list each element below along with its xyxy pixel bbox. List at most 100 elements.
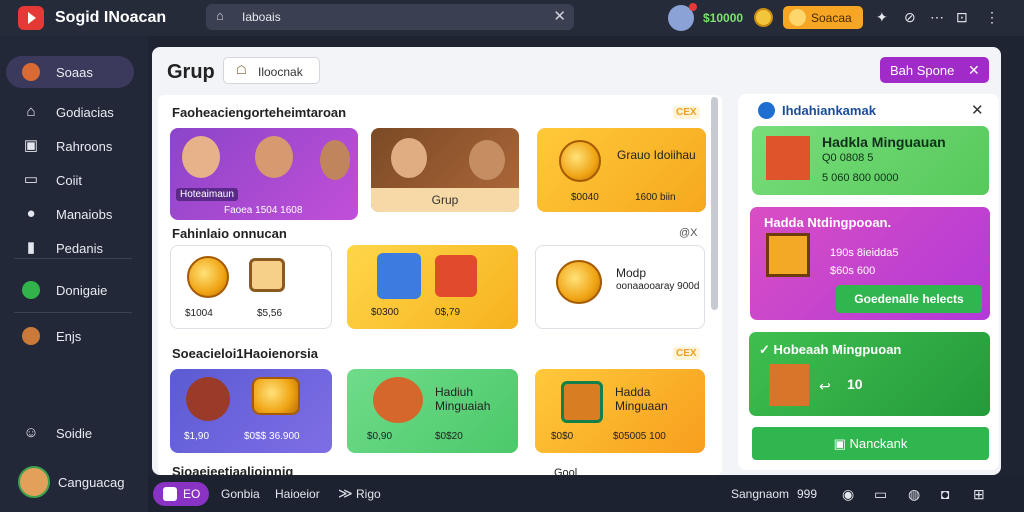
scrollbar[interactable] <box>711 97 718 310</box>
app-title: Sogid INoacan <box>55 9 167 26</box>
link-icon[interactable]: ⊘ <box>904 9 916 26</box>
reward-line: 190s 8ieidda5 <box>830 247 899 259</box>
bottom-bar: EO Gonbia Haioeior ≫ Rigo Sangnaom 999 ◉… <box>148 476 1024 512</box>
chest-icon <box>766 233 810 277</box>
character-icon <box>255 136 293 178</box>
sidebar-item-label: Soidie <box>56 426 93 441</box>
filter-input[interactable]: ☖ Iloocnak <box>223 57 320 84</box>
user-icon: ☺ <box>23 424 39 441</box>
section-tag: CEX <box>673 347 700 360</box>
gift-box-icon <box>561 381 603 423</box>
card-subtitle: oonaaooaray 900d <box>616 281 700 292</box>
profile-badge-button[interactable]: Soacaa <box>783 6 863 29</box>
character-icon <box>320 140 350 180</box>
section-control[interactable]: @X <box>679 227 698 239</box>
sidebar-item-label: Enjs <box>56 329 82 344</box>
bottom-item[interactable]: Gonbia <box>221 487 260 501</box>
edit-icon: ▣ <box>833 436 846 451</box>
sidebar-item-0[interactable]: Soaas <box>6 56 134 88</box>
reward-subtitle: Q0 0808 5 <box>822 152 874 164</box>
search-bar[interactable]: ⌂ Iaboais ✕ <box>206 4 574 30</box>
home-icon: ⌂ <box>216 8 224 23</box>
chat-icon[interactable]: ◘ <box>941 486 949 502</box>
chevron-right-icon: ≫ <box>338 485 353 501</box>
user-name: Canguacag <box>58 475 125 490</box>
grid-icon[interactable]: ⊞ <box>973 486 985 503</box>
coin-icon[interactable] <box>754 8 773 27</box>
reward-card[interactable]: Hadkla Minguauan Q0 0808 5 5 060 800 000… <box>752 126 989 195</box>
notification-avatar-icon[interactable] <box>668 3 697 31</box>
game-card[interactable]: Hoteaimaun Faoea 1504 1608 <box>170 128 358 220</box>
sidebar-item-3[interactable]: ▭ Coiit <box>6 164 134 196</box>
sidebar-item-1[interactable]: ⌂ Godiacias <box>6 96 134 128</box>
sidebar-item-8[interactable]: ☺ Soidie <box>6 417 134 449</box>
box-icon <box>435 255 477 297</box>
reward-card[interactable]: Hadda Ntdingpooan. 190s 8ieidda5 $60s 60… <box>750 207 990 320</box>
info-icon <box>758 102 775 119</box>
reward-title: ✓ Hobeaah Mingpuoan <box>759 342 901 358</box>
house-icon: ⌂ <box>26 103 36 120</box>
sidebar-item-label: Coiit <box>56 173 83 188</box>
sidebar-item-label: Godiacias <box>56 105 114 120</box>
section-label: Gool <box>554 467 578 475</box>
character-icon <box>182 136 220 178</box>
content-area: Faoheaciengorteheimtaroan CEX Hoteaimaun… <box>158 95 722 475</box>
sidebar-item-4[interactable]: ● Manaiobs <box>6 198 134 230</box>
claim-button[interactable]: Goedenalle helects <box>836 285 982 313</box>
game-card[interactable]: Grauo Idoiihau $0040 1600 biin <box>537 128 706 212</box>
sidebar-item-label: Rahroons <box>56 139 113 154</box>
gold-coin-icon <box>187 256 229 298</box>
gold-trophy-icon <box>252 377 300 415</box>
reward-value: 10 <box>847 376 863 392</box>
bottom-chip-button[interactable]: EO <box>153 482 209 506</box>
card-price: $1004 <box>185 308 213 319</box>
coin-balance: $10000 <box>703 11 744 25</box>
game-card[interactable]: $1004 $5,56 <box>170 245 332 329</box>
more-icon[interactable]: ⋮ <box>985 9 999 26</box>
character-icon <box>391 138 427 178</box>
top-action-button[interactable]: Bah Spone ✕ <box>880 57 989 83</box>
game-card[interactable]: $0300 0$,79 <box>347 245 518 329</box>
character-icon <box>186 377 230 421</box>
section-tag: CEX <box>673 106 700 119</box>
gold-coin-icon <box>559 140 601 182</box>
search-input[interactable]: Iaboais <box>242 10 281 24</box>
game-card[interactable]: $1,90 $0$$ 36.900 <box>170 369 332 453</box>
section-title: Faoheaciengorteheimtaroan <box>172 105 347 120</box>
chip-label: EO <box>183 487 201 501</box>
bowl-icon <box>373 377 423 423</box>
bottom-action-button[interactable]: ▣ Nanckank <box>752 427 989 460</box>
app-icon <box>163 487 177 501</box>
sidebar-item-label: Donigaie <box>56 283 108 298</box>
sidebar-item-label: Soaas <box>56 65 93 80</box>
card-price: $0,90 <box>367 431 393 442</box>
sidebar-item-6[interactable]: Donigaie <box>6 274 134 306</box>
download-icon[interactable]: ⊡ <box>956 9 968 26</box>
gift-icon <box>766 136 810 180</box>
reward-card[interactable]: ✓ Hobeaah Mingpuoan ↩ 10 <box>749 332 990 416</box>
sidebar-item-2[interactable]: ▣ Rahroons <box>6 130 134 162</box>
card-price: $0$0 <box>551 431 574 442</box>
compass-icon[interactable]: ◍ <box>908 486 920 503</box>
avatar-icon <box>22 327 40 345</box>
puzzle-icon[interactable]: ✦ <box>876 9 888 26</box>
close-icon[interactable]: ✕ <box>553 7 566 25</box>
record-icon[interactable]: ◉ <box>842 486 854 503</box>
check-icon: ✓ <box>759 342 770 357</box>
game-card[interactable]: Hadiuh Minguaiah $0,90 $0$20 <box>347 369 518 453</box>
user-profile[interactable]: Canguacag <box>6 466 134 498</box>
close-icon[interactable]: ✕ <box>971 101 984 119</box>
sidebar-item-5[interactable]: ▮ Pedanis <box>6 232 134 264</box>
card-price: $0040 <box>571 192 599 203</box>
close-icon[interactable]: ✕ <box>968 62 980 79</box>
game-card[interactable]: Grup <box>371 128 519 212</box>
game-card[interactable]: Hadda Minguaan $0$0 $05005 100 <box>535 369 705 453</box>
bottom-item[interactable]: Haioeior <box>275 487 320 501</box>
avatar-icon <box>22 63 40 81</box>
bottom-item[interactable]: Rigo <box>356 487 381 501</box>
sidebar-item-7[interactable]: Enjs <box>6 320 134 352</box>
game-card[interactable]: Modp oonaaooaray 900d <box>535 245 705 329</box>
reward-line: $60s 600 <box>830 265 876 277</box>
settings-icon[interactable]: ⋯ <box>930 9 944 26</box>
window-icon[interactable]: ▭ <box>874 486 887 503</box>
